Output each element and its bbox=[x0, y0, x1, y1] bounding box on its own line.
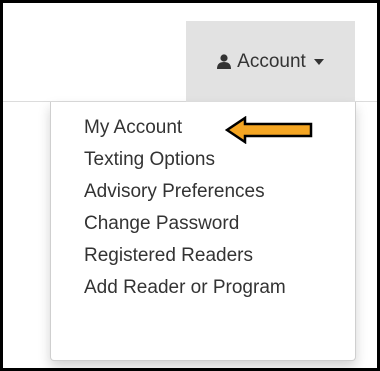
menu-item-add-reader-or-program[interactable]: Add Reader or Program bbox=[51, 272, 355, 304]
menu-item-change-password[interactable]: Change Password bbox=[51, 208, 355, 240]
account-dropdown-toggle[interactable]: Account bbox=[186, 21, 355, 102]
user-icon bbox=[217, 54, 232, 69]
arrow-left-icon bbox=[225, 116, 313, 144]
menu-item-advisory-preferences[interactable]: Advisory Preferences bbox=[51, 176, 355, 208]
menu-item-texting-options[interactable]: Texting Options bbox=[51, 144, 355, 176]
screenshot-frame: Account My Account Texting Options Advis… bbox=[0, 0, 380, 371]
menu-item-registered-readers[interactable]: Registered Readers bbox=[51, 240, 355, 272]
account-label: Account bbox=[237, 50, 306, 72]
top-navbar: Account bbox=[3, 3, 377, 102]
caret-down-icon bbox=[313, 58, 324, 65]
